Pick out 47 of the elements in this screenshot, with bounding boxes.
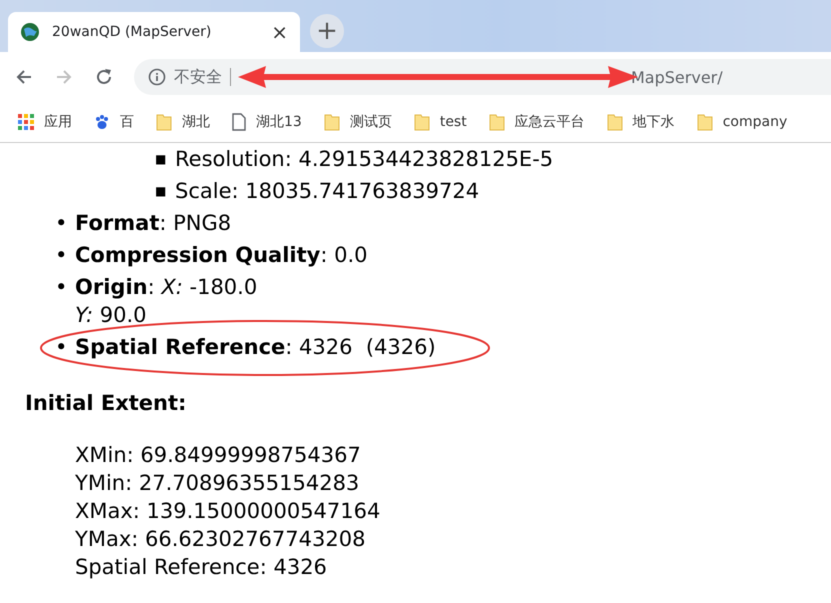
extent-line: YMax: 66.62302767743208 xyxy=(75,526,366,553)
list-bullet: • xyxy=(55,210,68,237)
globe-icon xyxy=(20,22,40,42)
section-heading: Initial Extent: xyxy=(24,390,188,417)
folder-icon xyxy=(324,113,340,131)
list-item: Compression Quality: 0.0 xyxy=(75,242,368,269)
folder-icon xyxy=(156,113,172,131)
folder-icon xyxy=(696,113,713,131)
list-item: Origin: X: -180.0 xyxy=(75,274,258,301)
list-item: Format: PNG8 xyxy=(75,210,232,237)
tab-title: 20wanQD (MapServer) xyxy=(52,24,212,40)
folder-icon xyxy=(414,113,430,131)
extent-line: YMin: 27.70896355154283 xyxy=(75,470,360,497)
bookmark-item[interactable]: 地下水 xyxy=(606,113,675,131)
bookmark-item[interactable]: 应急云平台 xyxy=(488,113,585,131)
list-bullet: ■ xyxy=(155,183,168,200)
page-icon xyxy=(232,113,246,131)
security-label: 不安全 xyxy=(174,66,222,88)
bookmark-item[interactable]: 测试页 xyxy=(324,113,392,131)
folder-icon xyxy=(488,113,505,131)
paw-icon xyxy=(94,114,110,130)
extent-line: Spatial Reference: 4326 xyxy=(75,554,328,581)
browser-tab[interactable]: 20wanQD (MapServer) × xyxy=(8,12,300,52)
apps-grid-icon xyxy=(18,114,34,130)
bookmark-item[interactable]: test xyxy=(414,113,467,131)
reload-icon[interactable] xyxy=(94,67,114,87)
new-tab-button[interactable]: + xyxy=(310,14,344,48)
bookmark-item[interactable]: 应用 xyxy=(18,113,72,131)
list-bullet: • xyxy=(55,242,68,269)
close-tab-button[interactable]: × xyxy=(271,20,288,44)
list-bullet: ■ xyxy=(155,151,168,168)
list-item: Spatial Reference: 4326 (4326) xyxy=(75,334,436,361)
list-item: Resolution: 4.291534423828125E-5 xyxy=(175,146,554,173)
url-text: MapServer/ xyxy=(631,68,723,86)
address-bar[interactable]: 不安全 MapServer/ xyxy=(134,59,831,95)
folder-icon xyxy=(606,113,623,131)
bookmark-item[interactable]: 湖北 xyxy=(156,113,210,131)
extent-line: XMax: 139.15000000547164 xyxy=(75,498,382,525)
extent-line: XMin: 69.84999998754367 xyxy=(75,442,362,469)
bookmark-item[interactable]: 湖北13 xyxy=(232,113,302,131)
bookmark-item[interactable]: 百 xyxy=(94,113,134,131)
list-item: Scale: 18035.741763839724 xyxy=(175,178,480,205)
list-bullet: • xyxy=(55,274,68,301)
list-bullet: • xyxy=(55,334,68,361)
info-icon xyxy=(148,68,166,86)
list-item: Y: 90.0 xyxy=(75,302,148,329)
bookmark-item[interactable]: company xyxy=(696,113,788,131)
